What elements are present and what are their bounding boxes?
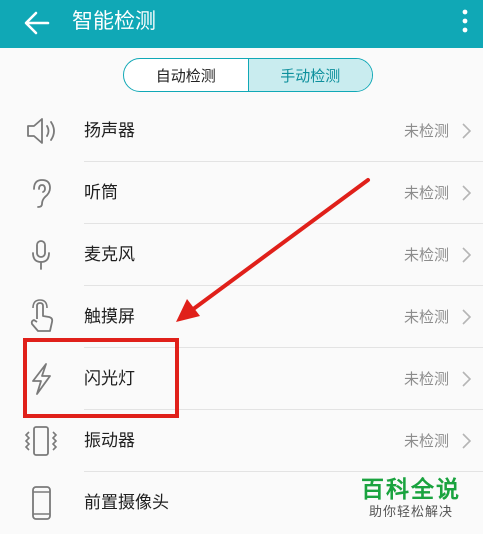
item-label: 听筒 [84,183,118,203]
tab-manual-detect[interactable]: 手动检测 [247,59,372,91]
annotation-highlight-box [23,338,179,418]
earpiece-icon [33,179,51,208]
vibration-icon [24,426,58,456]
item-label: 前置摄像头 [84,493,169,513]
list-item-vibrator[interactable]: 振动器 未检测 [0,410,483,472]
detect-mode-tabs: 自动检测 手动检测 [123,58,373,92]
item-status: 未检测 [403,122,449,140]
watermark-subtitle: 助你轻松解决 [368,505,453,520]
list-item-microphone[interactable]: 麦克风 未检测 [0,224,483,286]
item-status: 未检测 [403,370,449,388]
back-arrow-icon[interactable] [20,6,54,40]
chevron-right-icon [462,185,472,201]
test-item-list: 扬声器 未检测 听筒 未检测 麦克风 未检测 触摸屏 未检测 闪光灯 未检测 振… [0,100,483,534]
chevron-right-icon [462,433,472,449]
item-label: 麦克风 [84,245,135,265]
chevron-right-icon [462,247,472,263]
item-status: 未检测 [403,184,449,202]
item-status: 未检测 [403,246,449,264]
page-title: 智能检测 [72,9,156,33]
chevron-right-icon [462,123,472,139]
content-area: 自动检测 手动检测 扬声器 未检测 听筒 未检测 麦克风 未检测 触摸屏 未检测… [0,48,483,534]
list-item-speaker[interactable]: 扬声器 未检测 [0,100,483,162]
item-label: 扬声器 [84,121,135,141]
watermark: 百科全说 助你轻松解决 [353,476,469,522]
item-status: 未检测 [403,432,449,450]
chevron-right-icon [462,309,472,325]
more-vertical-icon[interactable] [455,7,475,37]
list-item-earpiece[interactable]: 听筒 未检测 [0,162,483,224]
microphone-icon [32,240,50,270]
speaker-icon [27,118,55,144]
phone-icon [32,486,51,520]
touch-icon [30,299,54,332]
item-status: 未检测 [403,308,449,326]
tab-auto-detect[interactable]: 自动检测 [124,59,248,91]
app-bar: 智能检测 [0,0,483,48]
chevron-right-icon [462,371,472,387]
item-label: 振动器 [84,431,135,451]
watermark-title: 百科全说 [361,477,461,503]
